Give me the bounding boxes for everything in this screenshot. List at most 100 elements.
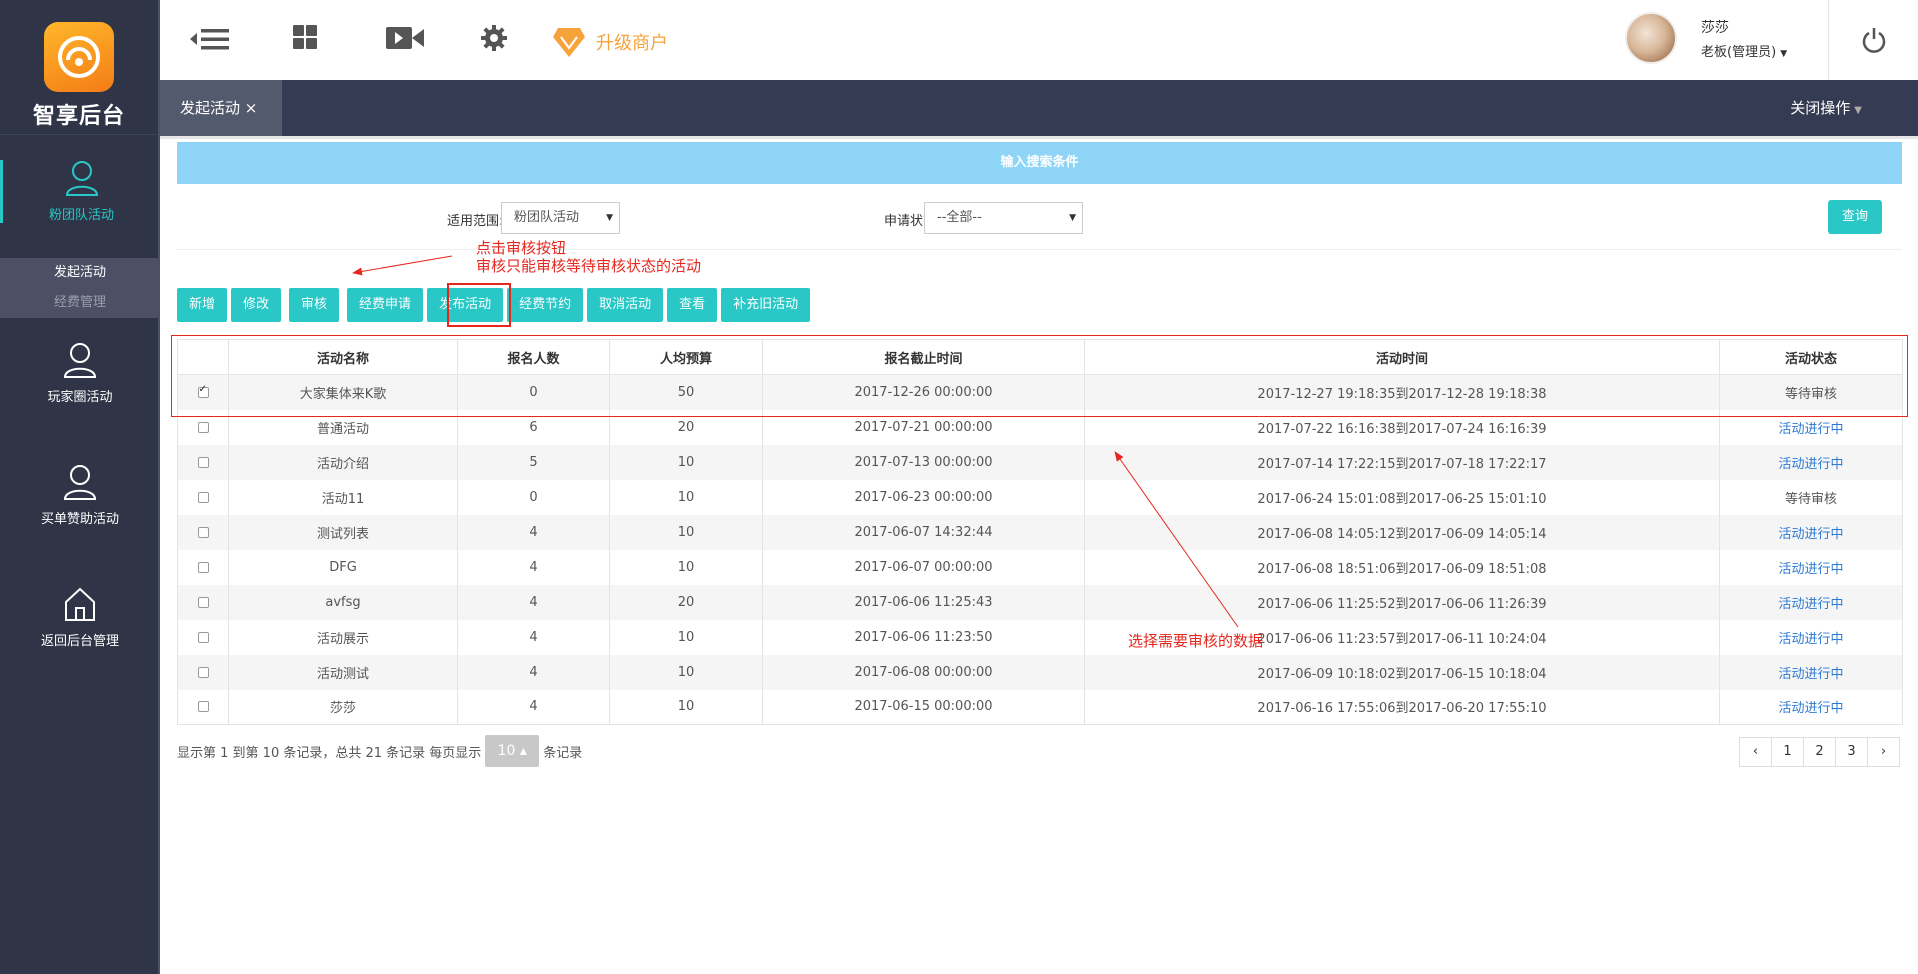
submenu-fund-management[interactable]: 经费管理 [0, 288, 160, 318]
pagination-info-suffix: 条记录 [543, 745, 583, 761]
edit-button[interactable]: 修改 [231, 288, 282, 322]
caret-down-icon: ▼ [1780, 48, 1788, 59]
cell-status[interactable]: 活动进行中 [1719, 549, 1903, 585]
submenu-launch-activity[interactable]: 发起活动 [0, 258, 160, 288]
cell-deadline: 2017-07-13 00:00:00 [762, 444, 1085, 480]
row-checkbox[interactable] [197, 561, 209, 573]
table-row[interactable]: 莎莎 4 10 2017-06-15 00:00:00 2017-06-16 17:55… [177, 689, 1903, 725]
page-prev-button[interactable]: ‹ [1739, 737, 1772, 767]
view-button[interactable]: 查看 [667, 288, 718, 322]
upgrade-label: 升级商户 [596, 33, 668, 54]
cell-count: 4 [457, 514, 610, 550]
table-row[interactable]: 活动11 0 10 2017-06-23 00:00:00 2017-06-24 15:… [177, 479, 1903, 515]
cell-count: 5 [457, 444, 610, 480]
row-checkbox[interactable] [197, 596, 209, 608]
query-button[interactable]: 查询 [1828, 200, 1882, 234]
cell-count: 4 [457, 549, 610, 585]
cell-count: 4 [457, 584, 610, 620]
tab-launch-activity[interactable]: 发起活动 × [160, 80, 282, 136]
sidebar-item-label: 返回后台管理 [40, 634, 119, 649]
row-checkbox[interactable] [197, 421, 209, 433]
page-2-button[interactable]: 2 [1803, 737, 1836, 767]
main-content: 输入搜索条件 适用范围: 粉团队活动 ▼ 申请状态: --全部-- ▼ 查询 新… [160, 136, 1918, 974]
fund-apply-button[interactable]: 经费申请 [347, 288, 424, 322]
page-3-button[interactable]: 3 [1835, 737, 1868, 767]
cell-status[interactable]: 活动进行中 [1719, 514, 1903, 550]
row-checkbox[interactable] [197, 701, 209, 713]
user-icon [63, 343, 97, 378]
review-button[interactable]: 审核 [289, 288, 340, 322]
cell-status[interactable]: 活动进行中 [1719, 584, 1903, 620]
table-row[interactable]: 活动展示 4 10 2017-06-06 11:23:50 2017-06-06 11:… [177, 619, 1903, 655]
cell-select [177, 619, 229, 655]
pagination-info: 显示第 1 到第 10 条记录，总共 21 条记录 每页显示 10 ▴ 条记录 [177, 735, 582, 767]
cell-select [177, 479, 229, 515]
cell-deadline: 2017-06-23 00:00:00 [762, 479, 1085, 515]
sidebar-item-label: 玩家圈活动 [47, 390, 113, 405]
cell-status: 等待审核 [1719, 479, 1903, 515]
brand-logo: 智享后台 [0, 0, 158, 135]
power-button[interactable] [1828, 0, 1918, 80]
search-panel: 适用范围: 粉团队活动 ▼ 申请状态: --全部-- ▼ 查询 [177, 184, 1902, 250]
cell-status[interactable]: 活动进行中 [1719, 444, 1903, 480]
cell-status[interactable]: 活动进行中 [1719, 654, 1903, 690]
scope-select-value: 粉团队活动 [514, 210, 580, 225]
sidebar-item-fan-team[interactable]: 粉团队活动 [0, 160, 160, 223]
cancel-activity-button[interactable]: 取消活动 [587, 288, 664, 322]
page-1-button[interactable]: 1 [1771, 737, 1804, 767]
cell-budget: 10 [609, 444, 763, 480]
grid-icon[interactable] [292, 24, 318, 54]
cell-count: 4 [457, 689, 610, 725]
row-checkbox[interactable] [197, 491, 209, 503]
brand-name: 智享后台 [32, 104, 125, 129]
table-row[interactable]: 活动介绍 5 10 2017-07-13 00:00:00 2017-07-14 17:… [177, 444, 1903, 480]
close-operations-dropdown[interactable]: 关闭操作 ▼ [1790, 80, 1862, 139]
fund-save-button[interactable]: 经费节约 [507, 288, 584, 322]
pagination-info-text: 显示第 1 到第 10 条记录，总共 21 条记录 每页显示 [177, 745, 482, 761]
table-row[interactable]: avfsg 4 20 2017-06-06 11:25:43 2017-06-06 11… [177, 584, 1903, 620]
supplement-old-activity-button[interactable]: 补充旧活动 [721, 288, 811, 322]
cell-budget: 10 [609, 689, 763, 725]
table-row[interactable]: 测试列表 4 10 2017-06-07 14:32:44 2017-06-08 14:… [177, 514, 1903, 550]
cell-deadline: 2017-06-07 00:00:00 [762, 549, 1085, 585]
scope-select[interactable]: 粉团队活动 ▼ [501, 202, 620, 234]
sidebar-item-player-circle[interactable]: 玩家圈活动 [0, 342, 160, 405]
user-role-label: 老板(管理员) [1701, 44, 1777, 60]
cell-time: 2017-07-14 17:22:15到2017-07-18 17:22:17 [1084, 444, 1720, 480]
row-checkbox[interactable] [197, 631, 209, 643]
gear-icon[interactable] [480, 24, 508, 56]
annotation-select-hint: 选择需要审核的数据 [1128, 632, 1264, 650]
row-checkbox[interactable] [197, 666, 209, 678]
caret-down-icon: ▼ [1854, 105, 1862, 116]
video-icon[interactable] [385, 24, 425, 56]
table-row[interactable]: DFG 4 10 2017-06-07 00:00:00 2017-06-08 18:5… [177, 549, 1903, 585]
cell-name: 活动介绍 [228, 444, 458, 480]
row-checkbox[interactable] [197, 456, 209, 468]
cell-status[interactable]: 活动进行中 [1719, 689, 1903, 725]
cell-name: 莎莎 [228, 689, 458, 725]
row-checkbox[interactable] [197, 526, 209, 538]
cell-deadline: 2017-06-07 14:32:44 [762, 514, 1085, 550]
user-role-dropdown[interactable]: 老板(管理员) ▼ [1701, 41, 1787, 60]
user-icon [65, 161, 98, 196]
sidebar-item-back-admin[interactable]: 返回后台管理 [0, 586, 160, 649]
status-select[interactable]: --全部-- ▼ [924, 202, 1083, 234]
cell-time: 2017-06-16 17:55:06到2017-06-20 17:55:10 [1084, 689, 1720, 725]
table-row[interactable]: 活动测试 4 10 2017-06-08 00:00:00 2017-06-09 10:… [177, 654, 1903, 690]
cell-status[interactable]: 活动进行中 [1719, 619, 1903, 655]
cell-budget: 20 [609, 584, 763, 620]
avatar[interactable] [1625, 12, 1677, 64]
menu-collapse-icon[interactable] [188, 24, 232, 58]
tab-bar: 发起活动 × 关闭操作 ▼ [160, 80, 1918, 136]
upgrade-merchant-button[interactable]: 升级商户 [552, 26, 668, 58]
cell-name: 活动展示 [228, 619, 458, 655]
page-next-button[interactable]: › [1867, 737, 1900, 767]
review-button-highlight [447, 283, 511, 327]
add-button[interactable]: 新增 [177, 288, 228, 322]
cell-name: 活动11 [228, 479, 458, 515]
cell-budget: 10 [609, 619, 763, 655]
user-menu[interactable]: 莎莎 老板(管理员) ▼ [1625, 12, 1787, 64]
sidebar-item-sponsor[interactable]: 买单赞助活动 [0, 464, 160, 527]
diamond-icon [553, 28, 585, 57]
page-size-dropdown[interactable]: 10 ▴ [485, 735, 540, 767]
